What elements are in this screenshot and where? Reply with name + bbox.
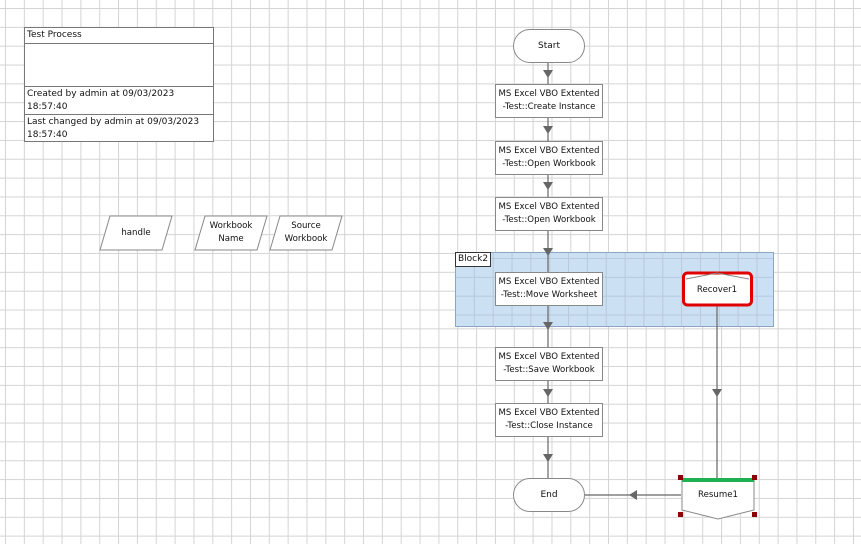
data-item-handle[interactable]: handle — [110, 218, 162, 248]
start-stage[interactable]: Start — [513, 29, 585, 63]
action-create-instance[interactable]: MS Excel VBO Extented -Test::Create Inst… — [495, 84, 603, 118]
end-stage[interactable]: End — [513, 478, 585, 512]
action-open-workbook-1[interactable]: MS Excel VBO Extented -Test::Open Workbo… — [495, 141, 603, 175]
data-item-source-workbook[interactable]: Source Workbook — [275, 218, 337, 248]
action-save-workbook[interactable]: MS Excel VBO Extented -Test::Save Workbo… — [495, 347, 603, 381]
connectors — [99, 63, 757, 520]
recover-stage[interactable]: Recover1 — [685, 278, 749, 302]
action-open-workbook-2[interactable]: MS Excel VBO Extented -Test::Open Workbo… — [495, 197, 603, 231]
data-item-workbook-name[interactable]: Workbook Name — [200, 218, 262, 248]
action-move-worksheet[interactable]: MS Excel VBO Extented -Test::Move Worksh… — [495, 272, 603, 306]
action-close-instance[interactable]: MS Excel VBO Extented -Test::Close Insta… — [495, 403, 603, 437]
resume-stage[interactable]: Resume1 — [684, 484, 752, 506]
